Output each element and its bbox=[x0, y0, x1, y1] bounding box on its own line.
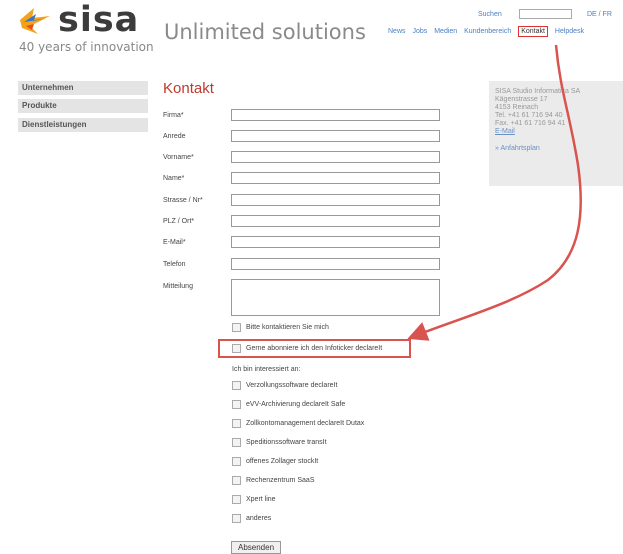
interest-checkbox[interactable] bbox=[232, 457, 241, 466]
interest-checkbox[interactable] bbox=[232, 419, 241, 428]
label-vorname: Vorname* bbox=[163, 154, 194, 161]
sidebar-item-produkte[interactable]: Produkte bbox=[18, 99, 148, 113]
strasse-field[interactable] bbox=[231, 194, 440, 206]
interest-label: offenes Zollager stockIt bbox=[246, 458, 319, 465]
telefon-field[interactable] bbox=[231, 258, 440, 270]
interest-heading: Ich bin interessiert an: bbox=[232, 366, 301, 373]
contact-me-label: Bitte kontaktieren Sie mich bbox=[246, 324, 329, 331]
address-box: SISA Studio Informatica SA Kägenstrasse … bbox=[489, 81, 623, 186]
since-text: 40 years of innovation bbox=[19, 40, 154, 54]
interest-label: Speditionssoftware transIt bbox=[246, 439, 327, 446]
interest-label: Zollkontomanagement declareIt Dutax bbox=[246, 420, 365, 427]
vorname-field[interactable] bbox=[231, 151, 440, 163]
address-line: 4153 Reinach bbox=[495, 104, 539, 111]
nav-medien[interactable]: Medien bbox=[434, 28, 457, 35]
interest-checkbox[interactable] bbox=[232, 381, 241, 390]
plz-ort-field[interactable] bbox=[231, 215, 440, 227]
interest-checkbox[interactable] bbox=[232, 476, 241, 485]
label-mitteilung: Mitteilung bbox=[163, 283, 193, 290]
label-anrede: Anrede bbox=[163, 133, 186, 140]
logo-wordmark[interactable]: sisa bbox=[58, 2, 139, 38]
tagline: Unlimited solutions bbox=[164, 20, 366, 44]
label-name: Name* bbox=[163, 175, 185, 182]
mitteilung-textarea[interactable] bbox=[231, 279, 440, 316]
email-link[interactable]: E-Mail bbox=[495, 128, 580, 136]
name-field[interactable] bbox=[231, 172, 440, 184]
interest-checkbox[interactable] bbox=[232, 495, 241, 504]
interest-label: Xpert line bbox=[246, 496, 276, 503]
label-plz-ort: PLZ / Ort* bbox=[163, 218, 195, 225]
sisa-logo-icon[interactable] bbox=[18, 6, 52, 36]
label-telefon: Telefon bbox=[163, 261, 186, 268]
submit-button[interactable]: Absenden bbox=[231, 541, 281, 554]
sidebar-item-unternehmen[interactable]: Unternehmen bbox=[18, 81, 148, 95]
phone-line: Tel. +41 61 716 94 40 bbox=[495, 112, 563, 119]
nav-jobs[interactable]: Jobs bbox=[412, 28, 427, 35]
label-strasse: Strasse / Nr* bbox=[163, 197, 203, 204]
firma-field[interactable] bbox=[231, 109, 440, 121]
interest-label: eVV-Archivierung declareIt Safe bbox=[246, 401, 346, 408]
newsletter-highlight bbox=[218, 339, 411, 358]
interest-label: anderes bbox=[246, 515, 272, 522]
fax-line: Fax. +41 61 716 94 41 bbox=[495, 120, 566, 127]
top-navigation: News Jobs Medien Kundenbereich Kontakt H… bbox=[388, 26, 589, 37]
label-email: E-Mail* bbox=[163, 239, 186, 246]
nav-news[interactable]: News bbox=[388, 28, 406, 35]
address-line: SISA Studio Informatica SA bbox=[495, 88, 581, 95]
nav-kontakt[interactable]: Kontakt bbox=[518, 26, 548, 37]
interest-label: Rechenzentrum SaaS bbox=[246, 477, 315, 484]
address-line: Kägenstrasse 17 bbox=[495, 96, 548, 103]
sidebar-item-dienstleistungen[interactable]: Dienstleistungen bbox=[18, 118, 148, 132]
interest-checkbox[interactable] bbox=[232, 514, 241, 523]
nav-kundenbereich[interactable]: Kundenbereich bbox=[464, 28, 511, 35]
email-field[interactable] bbox=[231, 236, 440, 248]
interest-label: Verzollungssoftware declareIt bbox=[246, 382, 338, 389]
route-link[interactable]: » Anfahrtsplan bbox=[495, 145, 580, 153]
search-label: Suchen bbox=[478, 11, 502, 18]
search-input[interactable] bbox=[519, 9, 572, 19]
anrede-field[interactable] bbox=[231, 130, 440, 142]
interest-checkbox[interactable] bbox=[232, 438, 241, 447]
page-title: Kontakt bbox=[163, 80, 214, 97]
label-firma: Firma* bbox=[163, 112, 184, 119]
interest-checkbox[interactable] bbox=[232, 400, 241, 409]
language-switch[interactable]: DE / FR bbox=[587, 11, 612, 18]
contact-me-checkbox[interactable] bbox=[232, 323, 241, 332]
nav-helpdesk[interactable]: Helpdesk bbox=[555, 28, 584, 35]
